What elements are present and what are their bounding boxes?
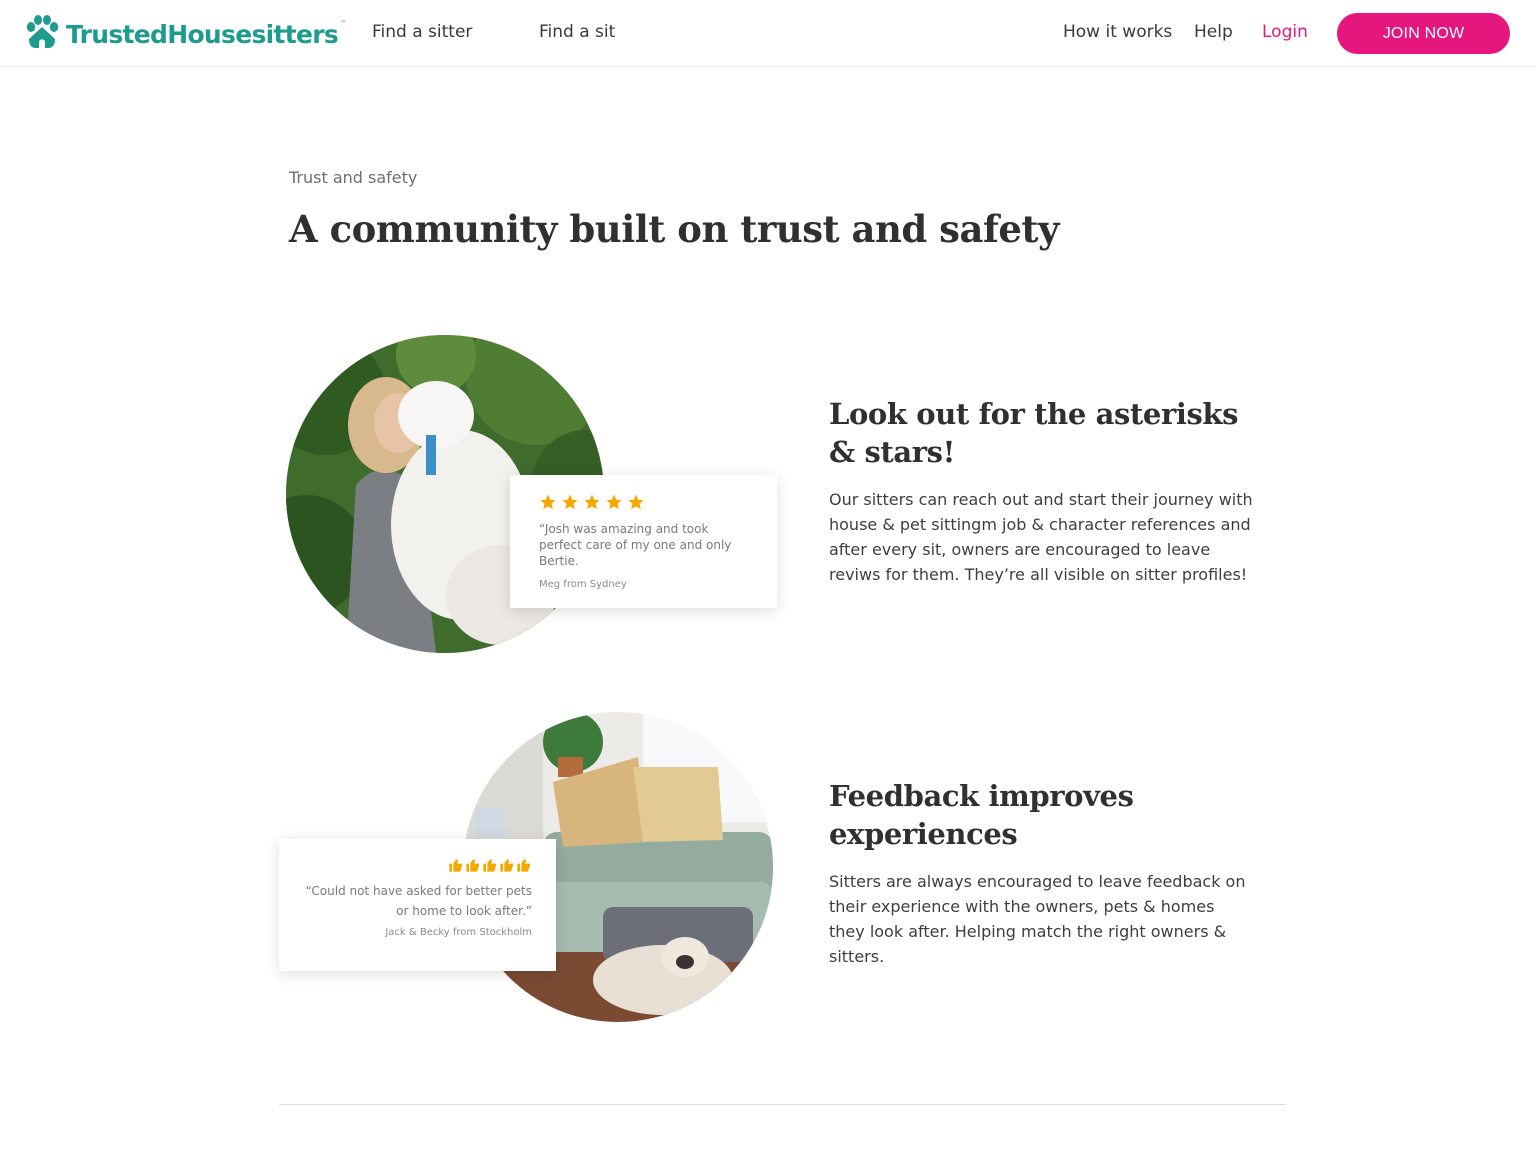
brand-logo[interactable]: TrustedHousesitters ™ — [24, 14, 346, 54]
star-icon — [584, 494, 600, 510]
thumbs-up-icon — [449, 859, 462, 872]
review-author: Meg from Sydney — [539, 579, 627, 590]
review-card-jack-becky: “Could not have asked for better pets or… — [279, 839, 556, 971]
feature-body-feedback: Sitters are always encouraged to leave f… — [829, 872, 1246, 966]
thumbs-up-icon — [517, 859, 530, 872]
nav-login[interactable]: Login — [1262, 22, 1308, 42]
thumbs-up-icon — [500, 859, 513, 872]
nav-find-sit[interactable]: Find a sit — [539, 22, 615, 42]
section-divider — [279, 1104, 1286, 1105]
review-card-meg: “Josh was amazing and took perfect care … — [510, 475, 777, 608]
star-icon — [606, 494, 622, 510]
nav-help[interactable]: Help — [1194, 22, 1233, 42]
brand-name: TrustedHousesitters — [66, 19, 339, 49]
section-eyebrow: Trust and safety — [289, 168, 418, 187]
thumbs-rating — [303, 857, 532, 875]
page-title: A community built on trust and safety — [289, 207, 1060, 251]
site-header: TrustedHousesitters ™ Find a sitter Find… — [0, 0, 1536, 67]
join-now-button[interactable]: JOIN NOW — [1337, 13, 1510, 54]
trademark-mark: ™ — [340, 20, 347, 27]
star-icon — [562, 494, 578, 510]
star-icon — [540, 494, 556, 510]
feature-body-stars: Our sitters can reach out and start thei… — [829, 490, 1253, 584]
review-quote: “Could not have asked for better pets or… — [305, 884, 532, 918]
nav-find-sitter[interactable]: Find a sitter — [372, 22, 472, 42]
feature-title-feedback: Feedback improves experiences — [829, 779, 1134, 851]
thumbs-up-icon — [466, 859, 479, 872]
thumbs-up-icon — [483, 859, 496, 872]
star-icon — [628, 494, 644, 510]
review-quote: “Josh was amazing and took perfect care … — [539, 522, 732, 568]
review-author: Jack & Becky from Stockholm — [385, 927, 532, 938]
feature-title-stars: Look out for the asterisks & stars! — [829, 397, 1239, 469]
star-rating — [539, 493, 748, 513]
nav-how-it-works[interactable]: How it works — [1063, 22, 1172, 42]
paw-house-icon — [24, 14, 60, 54]
